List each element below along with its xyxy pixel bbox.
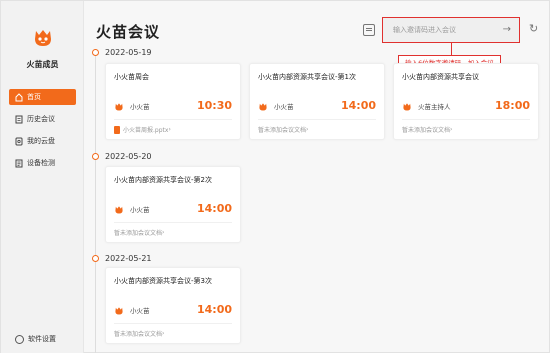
sidebar-item-label: 历史会议 bbox=[27, 115, 55, 123]
host-name: 小火苗 bbox=[274, 103, 294, 111]
meeting-time: 14:00 bbox=[340, 99, 376, 112]
chevron-right-icon: › bbox=[306, 126, 309, 133]
meeting-doc-link[interactable]: 暂未添加会议文档 › bbox=[402, 125, 452, 134]
card-divider bbox=[258, 119, 376, 120]
sidebar-item-device-check[interactable]: 设备检测 bbox=[9, 155, 76, 171]
meeting-title: 小火苗内部资源共享会议-第3次 bbox=[114, 277, 212, 285]
refresh-icon[interactable]: ↻ bbox=[529, 23, 541, 35]
host-avatar-icon bbox=[115, 102, 123, 111]
group-date: 2022-05-20 bbox=[105, 152, 152, 161]
sidebar-item-cloud-drive[interactable]: 我的云盘 bbox=[9, 133, 76, 149]
app-logo-icon bbox=[35, 30, 51, 46]
host-avatar-icon bbox=[403, 102, 411, 111]
sidebar-item-label: 设备检测 bbox=[27, 159, 55, 167]
meeting-doc-link[interactable]: 暂未添加会议文档 › bbox=[114, 329, 164, 338]
sidebar-nav: 首页 历史会议 我的云盘 设备检测 bbox=[9, 89, 76, 177]
timeline-dot bbox=[92, 255, 99, 262]
home-icon bbox=[15, 92, 23, 102]
doc-name: 暂未添加会议文档 bbox=[114, 230, 163, 237]
pptx-file-icon bbox=[114, 125, 120, 134]
chevron-right-icon: › bbox=[162, 330, 165, 337]
app-name: 火苗成员 bbox=[26, 60, 59, 69]
meeting-card[interactable]: 小火苗内部资源共享会议-第1次 小火苗 14:00 暂未添加会议文档 › bbox=[249, 63, 385, 140]
host-avatar-icon bbox=[115, 205, 123, 214]
chevron-right-icon: › bbox=[450, 126, 453, 133]
card-divider bbox=[114, 119, 232, 120]
history-icon bbox=[15, 115, 23, 124]
app-window: 火苗成员 首页 历史会议 我的云盘 设备检测 软件设置 火苗会议 输入邀请码进入… bbox=[0, 0, 550, 353]
group-date: 2022-05-19 bbox=[105, 48, 152, 57]
meeting-card[interactable]: 小火苗内部资源共享会议 火苗主持人 18:00 暂未添加会议文档 › bbox=[393, 63, 539, 140]
doc-name: 暂未添加会议文档 bbox=[258, 127, 307, 134]
join-meeting-box: → bbox=[382, 17, 520, 43]
host-avatar-icon bbox=[259, 102, 267, 111]
timeline-dot bbox=[92, 153, 99, 160]
meeting-time: 10:30 bbox=[196, 99, 232, 112]
meeting-host: 小火苗 bbox=[114, 101, 150, 111]
card-divider bbox=[114, 323, 232, 324]
sidebar-item-home[interactable]: 首页 bbox=[9, 89, 76, 105]
meeting-time: 18:00 bbox=[494, 99, 530, 112]
chevron-right-icon: › bbox=[162, 229, 165, 236]
meeting-title: 小火苗周会 bbox=[114, 73, 149, 81]
settings-button[interactable]: 软件设置 bbox=[15, 334, 56, 344]
sidebar-item-label: 我的云盘 bbox=[27, 137, 55, 145]
meeting-card[interactable]: 小火苗周会 小火苗 10:30 小火苗周报.pptx › bbox=[105, 63, 241, 140]
page-title: 火苗会议 bbox=[96, 23, 161, 41]
doc-name: 暂未添加会议文档 bbox=[114, 331, 163, 338]
sidebar-item-history[interactable]: 历史会议 bbox=[9, 111, 76, 127]
doc-name: 暂未添加会议文档 bbox=[402, 127, 451, 134]
meeting-time: 14:00 bbox=[196, 303, 232, 316]
meeting-list-icon[interactable] bbox=[363, 24, 375, 36]
meeting-host: 小火苗 bbox=[114, 204, 150, 214]
meeting-time: 14:00 bbox=[196, 202, 232, 215]
host-name: 小火苗 bbox=[130, 206, 150, 214]
meeting-title: 小火苗内部资源共享会议-第1次 bbox=[258, 73, 356, 81]
timeline-dot bbox=[92, 49, 99, 56]
card-divider bbox=[114, 222, 232, 223]
callout-connector bbox=[451, 43, 452, 55]
meeting-host: 火苗主持人 bbox=[402, 101, 451, 111]
host-name: 小火苗 bbox=[130, 103, 150, 111]
chevron-right-icon: › bbox=[168, 126, 171, 133]
group-date: 2022-05-21 bbox=[105, 254, 152, 263]
doc-name: 小火苗周报.pptx bbox=[123, 127, 169, 134]
settings-label: 软件设置 bbox=[28, 335, 56, 343]
meeting-doc-link[interactable]: 暂未添加会议文档 › bbox=[114, 228, 164, 237]
host-avatar-icon bbox=[115, 306, 123, 315]
cloud-drive-icon bbox=[15, 137, 23, 146]
meeting-card[interactable]: 小火苗内部资源共享会议-第3次 小火苗 14:00 暂未添加会议文档 › bbox=[105, 267, 241, 344]
timeline-line bbox=[95, 53, 96, 353]
card-divider bbox=[402, 119, 530, 120]
join-code-input[interactable] bbox=[393, 26, 493, 34]
sidebar: 火苗成员 首页 历史会议 我的云盘 设备检测 软件设置 bbox=[1, 1, 84, 353]
meeting-title: 小火苗内部资源共享会议-第2次 bbox=[114, 176, 212, 184]
meeting-host: 小火苗 bbox=[258, 101, 294, 111]
meeting-doc-link[interactable]: 小火苗周报.pptx › bbox=[114, 125, 171, 134]
meeting-doc-link[interactable]: 暂未添加会议文档 › bbox=[258, 125, 308, 134]
sidebar-item-label: 首页 bbox=[27, 93, 41, 101]
host-name: 小火苗 bbox=[130, 307, 150, 315]
gear-icon bbox=[15, 334, 24, 344]
device-check-icon bbox=[15, 159, 23, 168]
meeting-host: 小火苗 bbox=[114, 305, 150, 315]
meeting-card[interactable]: 小火苗内部资源共享会议-第2次 小火苗 14:00 暂未添加会议文档 › bbox=[105, 166, 241, 243]
host-name: 火苗主持人 bbox=[418, 103, 451, 111]
meeting-title: 小火苗内部资源共享会议 bbox=[402, 73, 479, 81]
join-arrow-icon[interactable]: → bbox=[503, 25, 511, 35]
